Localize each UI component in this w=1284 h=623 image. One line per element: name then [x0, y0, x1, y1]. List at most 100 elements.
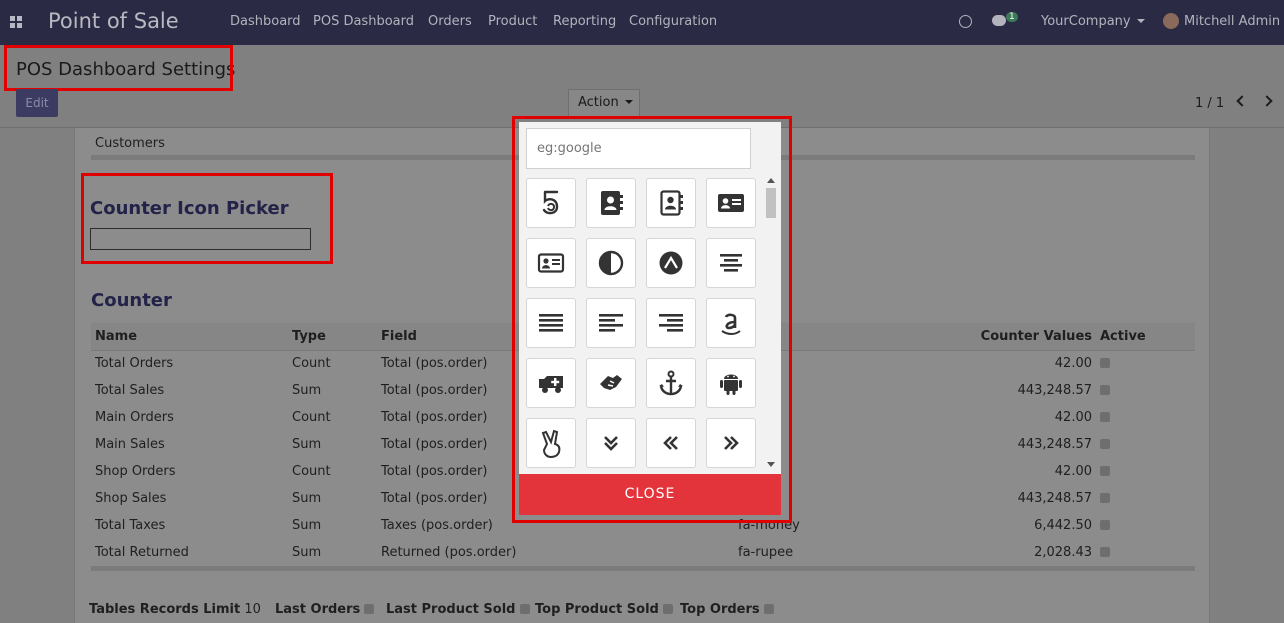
last-product-sold-checkbox[interactable]	[519, 604, 530, 614]
active-checkbox[interactable]	[1100, 493, 1110, 503]
icon-option-android[interactable]	[706, 358, 756, 408]
company-name: YourCompany	[1041, 14, 1131, 29]
tables-limit-field: Tables Records Limit 10	[89, 602, 261, 617]
table-divider	[91, 566, 1195, 571]
top-product-sold-field: Top Product Sold	[535, 602, 673, 617]
last-orders-checkbox[interactable]	[364, 604, 375, 614]
icon-option-adjust[interactable]	[586, 238, 636, 288]
nav-orders[interactable]: Orders	[428, 14, 472, 29]
icon-option-angle-double-left[interactable]	[646, 418, 696, 468]
icon-option-anchor[interactable]	[646, 358, 696, 408]
icon-option-sign-language[interactable]	[586, 358, 636, 408]
adn-icon	[659, 251, 683, 275]
icon-option-hand-peace[interactable]	[526, 418, 576, 468]
active-checkbox[interactable]	[1100, 520, 1110, 530]
edit-button[interactable]: Edit	[16, 89, 58, 117]
active-checkbox[interactable]	[1100, 439, 1110, 449]
chevron-left-icon[interactable]	[1236, 95, 1248, 107]
cell-name: Total Taxes	[95, 518, 166, 533]
active-checkbox[interactable]	[1100, 358, 1110, 369]
cell-active	[1096, 404, 1195, 431]
nav-configuration[interactable]: Configuration	[629, 14, 717, 29]
action-label: Action	[578, 95, 619, 110]
address-book-o-icon	[660, 190, 683, 216]
500px-icon	[542, 190, 559, 215]
table-row[interactable]: Total Returned Sum Returned (pos.order) fa-…	[91, 539, 1195, 566]
last-product-sold-label: Last Product Sold	[386, 602, 516, 617]
avatar[interactable]	[1163, 13, 1179, 29]
column-header-active[interactable]: Active	[1096, 323, 1195, 351]
icon-option-angle-double-down[interactable]	[586, 418, 636, 468]
column-header-name[interactable]: Name	[91, 323, 288, 351]
active-checkbox[interactable]	[1100, 412, 1110, 422]
apps-menu-icon[interactable]	[10, 16, 22, 28]
chevron-down-icon	[624, 100, 633, 104]
active-checkbox[interactable]	[1100, 385, 1110, 395]
icon-option-address-book[interactable]	[586, 178, 636, 228]
counter-icon-picker-input[interactable]	[90, 228, 311, 250]
cell-active	[1096, 431, 1195, 458]
icon-option-align-left[interactable]	[586, 298, 636, 348]
cell-active	[1096, 539, 1195, 566]
active-checkbox[interactable]	[1100, 466, 1110, 476]
top-orders-field: Top Orders	[680, 602, 774, 617]
hand-peace-icon	[541, 429, 561, 458]
nav-reporting[interactable]: Reporting	[553, 14, 616, 29]
cell-value: 2,028.43	[1034, 545, 1092, 560]
customers-label: Customers	[95, 136, 165, 151]
icon-option-align-center[interactable]	[706, 238, 756, 288]
icon-grid-scrollbar[interactable]	[764, 178, 778, 470]
icon-option-address-book-o[interactable]	[646, 178, 696, 228]
chevron-right-icon[interactable]	[1261, 95, 1273, 107]
amazon-icon	[721, 313, 741, 335]
top-orders-checkbox[interactable]	[763, 604, 774, 614]
icon-option-angle-double-right[interactable]	[706, 418, 756, 468]
company-switcher[interactable]: YourCompany	[1041, 14, 1145, 29]
activity-clock-icon[interactable]	[959, 15, 972, 28]
sign-language-icon	[600, 375, 622, 390]
cell-name: Shop Sales	[95, 491, 167, 506]
align-justify-icon	[539, 314, 563, 332]
top-orders-label: Top Orders	[680, 602, 760, 617]
messages-icon[interactable]	[992, 15, 1006, 26]
app-name: Point of Sale	[48, 9, 179, 33]
icon-option-address-card-o[interactable]	[526, 238, 576, 288]
scroll-thumb[interactable]	[766, 188, 776, 218]
icon-option-align-right[interactable]	[646, 298, 696, 348]
nav-product[interactable]: Product	[488, 14, 537, 29]
column-header-type[interactable]: Type	[288, 323, 377, 351]
cell-icon: fa-rupee	[738, 545, 794, 560]
cell-value: 443,248.57	[1017, 491, 1092, 506]
action-dropdown[interactable]: Action	[568, 89, 640, 117]
last-orders-field: Last Orders	[275, 602, 375, 617]
cell-type: Sum	[292, 383, 322, 398]
icon-option-align-justify[interactable]	[526, 298, 576, 348]
scroll-down-arrow-icon[interactable]	[767, 462, 775, 467]
counter-icon-picker-label: Counter Icon Picker	[90, 198, 289, 219]
highlight-box-title	[4, 45, 233, 91]
align-right-icon	[659, 314, 683, 332]
nav-dashboard[interactable]: Dashboard	[230, 14, 301, 29]
close-button[interactable]: CLOSE	[519, 474, 781, 515]
cell-type: Count	[292, 464, 331, 479]
counter-section-title: Counter	[91, 290, 172, 311]
user-menu[interactable]: Mitchell Admin	[1184, 14, 1280, 29]
active-checkbox[interactable]	[1100, 547, 1110, 557]
angle-double-left-icon	[663, 436, 678, 450]
align-left-icon	[599, 314, 623, 332]
icon-option-adn[interactable]	[646, 238, 696, 288]
top-product-sold-checkbox[interactable]	[662, 604, 673, 614]
cell-field: Returned (pos.order)	[381, 545, 517, 560]
icon-option-ambulance[interactable]	[526, 358, 576, 408]
icon-option-amazon[interactable]	[706, 298, 756, 348]
icon-picker-modal: CLOSE	[519, 122, 781, 515]
icon-search-input[interactable]	[526, 128, 751, 169]
cell-active	[1096, 458, 1195, 485]
column-header-counter-values[interactable]: Counter Values	[872, 323, 1096, 351]
icon-option-500px[interactable]	[526, 178, 576, 228]
icon-option-address-card[interactable]	[706, 178, 756, 228]
nav-pos-dashboard[interactable]: POS Dashboard	[313, 14, 414, 29]
tables-limit-value[interactable]: 10	[244, 602, 261, 617]
messages-count-badge: 1	[1006, 12, 1018, 22]
scroll-up-arrow-icon[interactable]	[767, 178, 775, 183]
